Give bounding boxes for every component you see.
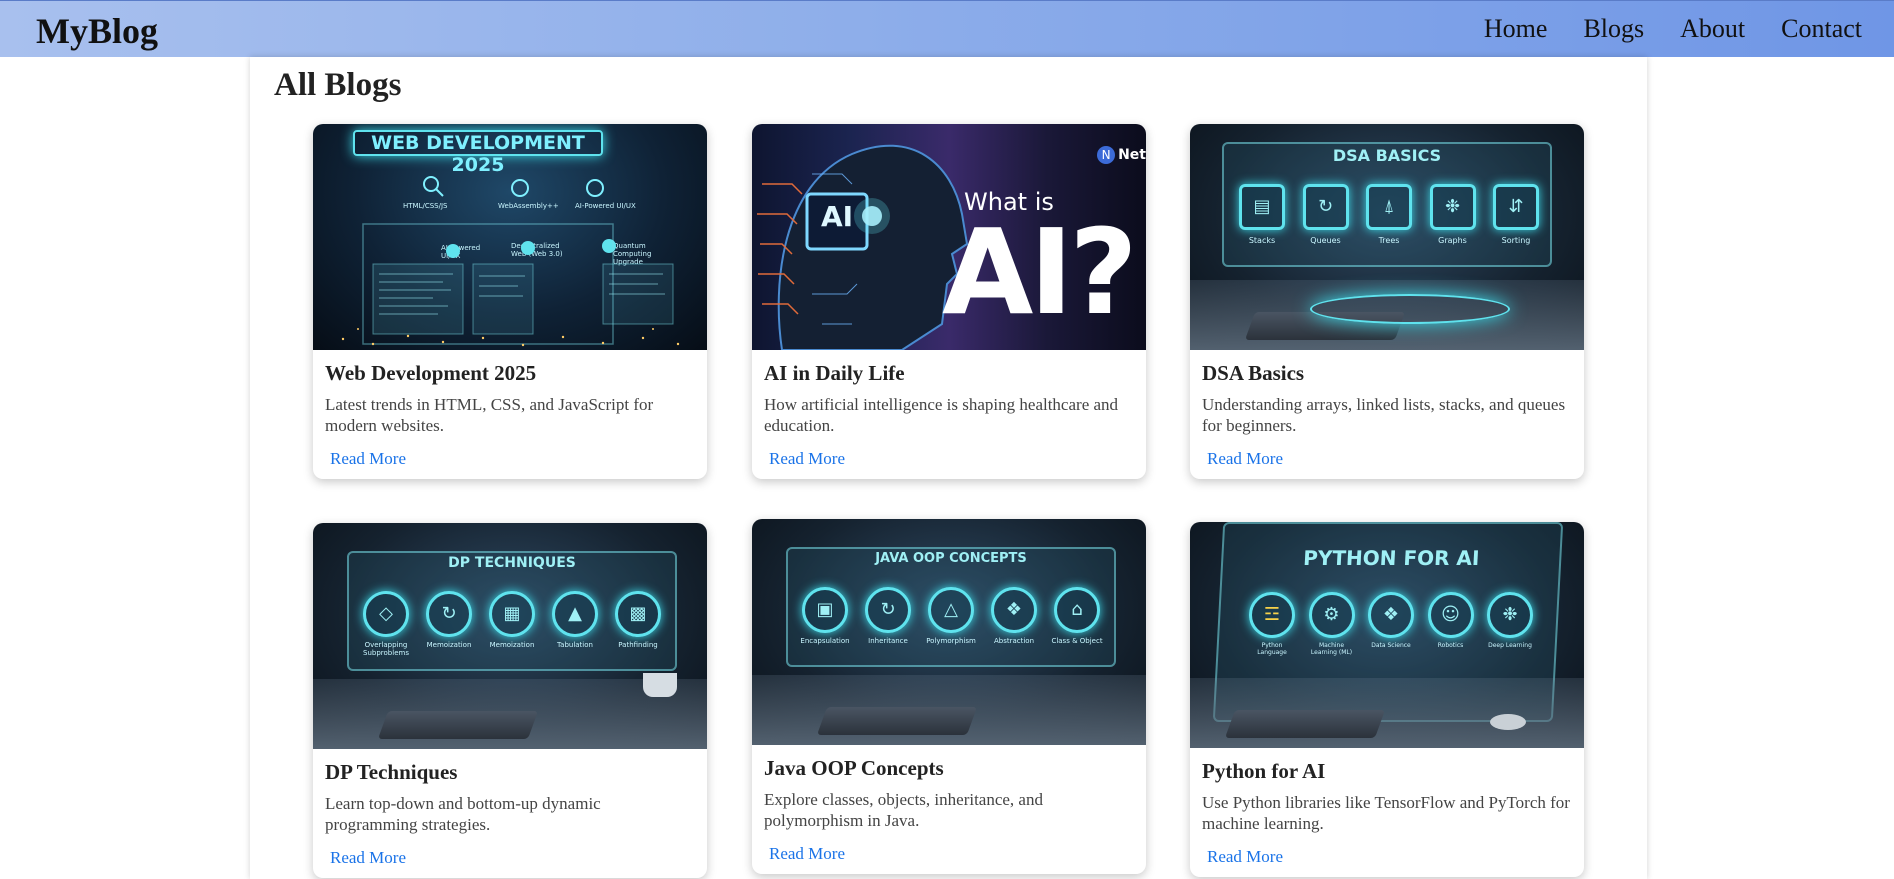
queue-icon: ↻ Queues bbox=[1298, 184, 1354, 245]
card-image-web-development: WEB DEVELOPMENT 2025 HTML/CSS/JS WebAsse… bbox=[313, 124, 707, 350]
python-language-icon: ☲ Python Language bbox=[1246, 592, 1298, 656]
read-more-link[interactable]: Read More bbox=[1207, 847, 1283, 867]
graph-icon: ❉ Graphs bbox=[1425, 184, 1481, 245]
netlearn-logo: N Net bbox=[1097, 146, 1146, 164]
dp-panel-title: DP TECHNIQUES bbox=[448, 555, 576, 571]
netlearn-logo-text: Net bbox=[1118, 147, 1146, 163]
card-title: Web Development 2025 bbox=[325, 361, 537, 385]
python-icon-row: ☲ Python Language ⚙ Machine Learning (ML… bbox=[1246, 592, 1536, 656]
dp-icon-row: ◇ Overlapping Subproblems ↻ Memoization … bbox=[357, 591, 667, 657]
read-more-link[interactable]: Read More bbox=[769, 844, 845, 864]
keyboard bbox=[1224, 710, 1386, 738]
keyboard bbox=[816, 707, 978, 735]
hologram-base bbox=[1310, 294, 1510, 324]
coffee-cup bbox=[643, 673, 677, 697]
java-icon-row: ▣ Encapsulation ↻ Inheritance △ Polymorp… bbox=[796, 587, 1106, 645]
card-image-java-oop: JAVA OOP CONCEPTS ▣ Encapsulation ↻ Inhe… bbox=[752, 519, 1146, 745]
web-dev-illustration bbox=[341, 176, 680, 347]
python-panel-title: PYTHON FOR AI bbox=[1302, 546, 1481, 570]
card-title: Python for AI bbox=[1202, 759, 1326, 783]
image-text-ai: AI? bbox=[942, 203, 1138, 341]
card-description: Latest trends in HTML, CSS, and JavaScri… bbox=[325, 395, 654, 435]
nav-link-contact[interactable]: Contact bbox=[1781, 14, 1862, 44]
polymorphism-icon: △ Polymorphism bbox=[922, 587, 980, 645]
nav-link-blogs[interactable]: Blogs bbox=[1583, 14, 1644, 44]
robotics-icon: ☺ Robotics bbox=[1425, 592, 1477, 656]
read-more-link[interactable]: Read More bbox=[1207, 449, 1283, 469]
read-more-link[interactable]: Read More bbox=[330, 848, 406, 868]
overlapping-subproblems-icon: ◇ Overlapping Subproblems bbox=[357, 591, 415, 657]
pathfinding-icon: ▩ Pathfinding bbox=[609, 591, 667, 657]
memoization-table-icon: ▦ Memoization bbox=[483, 591, 541, 657]
card-description: Learn top-down and bottom-up dynamic pro… bbox=[325, 794, 601, 834]
class-object-icon: ⌂ Class & Object bbox=[1048, 587, 1106, 645]
inheritance-icon: ↻ Inheritance bbox=[859, 587, 917, 645]
nav-links: Home Blogs About Contact bbox=[1484, 14, 1862, 44]
card-description: Understanding arrays, linked lists, stac… bbox=[1202, 395, 1566, 435]
tabulation-icon: ▲ Tabulation bbox=[546, 591, 604, 657]
card-title: DP Techniques bbox=[325, 760, 458, 784]
card-description: Explore classes, objects, inheritance, a… bbox=[764, 790, 1043, 830]
card-image-dsa: DSA BASICS ▤ Stacks ↻ Queues ⍋ Trees ❉ G… bbox=[1190, 124, 1584, 350]
dsa-icon-row: ▤ Stacks ↻ Queues ⍋ Trees ❉ Graphs ⇵ Sor… bbox=[1234, 184, 1544, 245]
java-panel-title: JAVA OOP CONCEPTS bbox=[875, 551, 1027, 566]
stack-icon: ▤ Stacks bbox=[1234, 184, 1290, 245]
keyboard bbox=[377, 711, 539, 739]
machine-learning-icon: ⚙ Machine Learning (ML) bbox=[1306, 592, 1358, 656]
card-description: How artificial intelligence is shaping h… bbox=[764, 395, 1119, 435]
blog-card-dsa-basics: DSA BASICS ▤ Stacks ↻ Queues ⍋ Trees ❉ G… bbox=[1190, 124, 1584, 479]
read-more-link[interactable]: Read More bbox=[769, 449, 845, 469]
read-more-link[interactable]: Read More bbox=[330, 449, 406, 469]
blog-card-python-ai: PYTHON FOR AI ☲ Python Language ⚙ Machin… bbox=[1190, 522, 1584, 877]
tree-icon: ⍋ Trees bbox=[1361, 184, 1417, 245]
main-content: All Blogs WEB DEVELOPMENT 2025 HTML/CSS/… bbox=[250, 57, 1647, 879]
deep-learning-icon: ❉ Deep Learning bbox=[1484, 592, 1536, 656]
card-image-python-ai: PYTHON FOR AI ☲ Python Language ⚙ Machin… bbox=[1190, 522, 1584, 748]
nav-link-about[interactable]: About bbox=[1680, 14, 1745, 44]
blog-card-ai-daily-life: AI What is AI? N Net AI in Daily Life Ho… bbox=[752, 124, 1146, 479]
sorting-icon: ⇵ Sorting bbox=[1488, 184, 1544, 245]
ai-chip-badge: AI bbox=[820, 200, 854, 233]
abstraction-icon: ❖ Abstraction bbox=[985, 587, 1043, 645]
navbar: MyBlog Home Blogs About Contact bbox=[0, 0, 1894, 57]
card-title: AI in Daily Life bbox=[764, 361, 905, 385]
card-title: DSA Basics bbox=[1202, 361, 1305, 385]
memoization-icon: ↻ Memoization bbox=[420, 591, 478, 657]
card-description: Use Python libraries like TensorFlow and… bbox=[1202, 793, 1570, 833]
encapsulation-icon: ▣ Encapsulation bbox=[796, 587, 854, 645]
card-image-dp: DP TECHNIQUES ◇ Overlapping Subproblems … bbox=[313, 523, 707, 749]
netlearn-logo-icon: N bbox=[1097, 146, 1116, 164]
mouse bbox=[1490, 714, 1526, 730]
blog-card-java-oop: JAVA OOP CONCEPTS ▣ Encapsulation ↻ Inhe… bbox=[752, 519, 1146, 874]
dsa-panel-title: DSA BASICS bbox=[1332, 146, 1442, 165]
card-title: Java OOP Concepts bbox=[764, 756, 944, 780]
blog-card-dp-techniques: DP TECHNIQUES ◇ Overlapping Subproblems … bbox=[313, 523, 707, 878]
data-science-icon: ❖ Data Science bbox=[1365, 592, 1417, 656]
blog-card-web-development: WEB DEVELOPMENT 2025 HTML/CSS/JS WebAsse… bbox=[313, 124, 707, 479]
card-image-ai: AI What is AI? N Net bbox=[752, 124, 1146, 350]
brand-logo[interactable]: MyBlog bbox=[36, 10, 158, 52]
nav-link-home[interactable]: Home bbox=[1484, 14, 1548, 44]
page-title: All Blogs bbox=[274, 67, 402, 103]
